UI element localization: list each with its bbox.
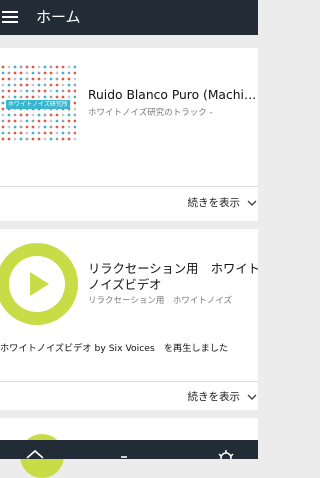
play-button[interactable] bbox=[0, 243, 78, 325]
chevron-down-icon bbox=[247, 394, 257, 400]
video-title[interactable]: リラクセーション用 ホワイトノイズビデオ bbox=[88, 262, 260, 293]
settings-gear-icon[interactable] bbox=[216, 446, 236, 459]
hamburger-menu-icon[interactable] bbox=[2, 11, 18, 23]
content-card: リラクセーション用 ホワイトノイズビデオ リラクセーション用 ホワイトノイズ ホ… bbox=[0, 229, 260, 410]
show-more-label: 続きを表示 bbox=[187, 197, 241, 209]
track-thumbnail[interactable]: ホワイトノイズ研究所 bbox=[0, 64, 76, 142]
show-more-label: 続きを表示 bbox=[187, 391, 241, 403]
home-icon[interactable] bbox=[25, 446, 45, 459]
app-bar: ホーム bbox=[0, 0, 258, 35]
show-more-button[interactable]: 続きを表示 bbox=[188, 389, 259, 404]
content-card: ホワイトノイズ研究所 Ruido Blanco Puro (Machine...… bbox=[0, 48, 260, 221]
thumbnail-label: ホワイトノイズ研究所 bbox=[6, 100, 70, 109]
divider bbox=[0, 186, 258, 187]
show-more-button[interactable]: 続きを表示 bbox=[188, 195, 259, 210]
chevron-down-icon bbox=[247, 200, 257, 206]
divider bbox=[0, 381, 258, 382]
bottom-navigation bbox=[0, 440, 258, 459]
video-subtitle: リラクセーション用 ホワイトノイズ bbox=[88, 296, 233, 306]
activity-text: ホワイトノイズビデオ by Six Voices を再生しました bbox=[0, 343, 229, 354]
play-icon bbox=[30, 272, 49, 296]
track-subtitle: ホワイトノイズ研究のトラック - bbox=[88, 108, 213, 118]
track-title[interactable]: Ruido Blanco Puro (Machine... bbox=[88, 88, 260, 103]
minus-icon[interactable] bbox=[114, 446, 134, 459]
page-title: ホーム bbox=[36, 8, 81, 26]
